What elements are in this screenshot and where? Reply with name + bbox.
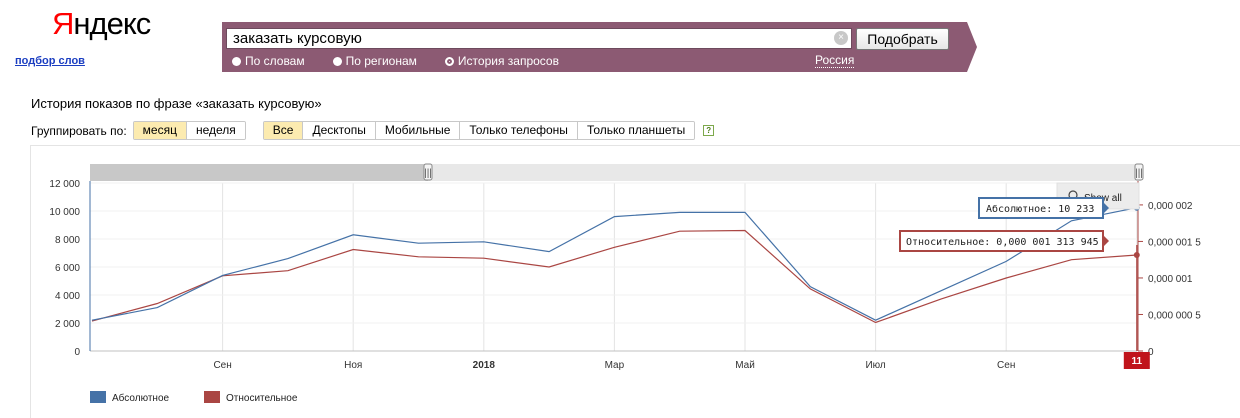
history-chart: ||||||СенНоя2018МарМайИюлСенН02 0004 000… xyxy=(49,163,1201,404)
navigator-mask xyxy=(90,164,428,181)
navigator-handle-grip: ||| xyxy=(1135,168,1143,179)
navigator-handle-grip: ||| xyxy=(424,168,432,179)
y-right-tick-label: 0,000 001 xyxy=(1148,274,1193,285)
highlight-point-relative xyxy=(1133,252,1140,259)
legend-label-absolute: Абсолютное xyxy=(112,392,170,404)
legend-swatch-absolute[interactable] xyxy=(90,391,106,403)
x-tick-label: Сен xyxy=(213,360,231,371)
x-tick-label: Май xyxy=(735,360,755,371)
y-right-tick-label: 0,000 002 xyxy=(1148,201,1193,212)
legend-swatch-relative[interactable] xyxy=(204,391,220,403)
y-left-tick-label: 2 000 xyxy=(55,319,80,330)
y-left-tick-label: 10 000 xyxy=(49,207,80,218)
y-left-tick-label: 0 xyxy=(74,347,80,358)
cursor-flag-label: 11 xyxy=(1132,356,1143,367)
x-tick-label: Ноя xyxy=(344,360,362,371)
tooltip-relative-pointer xyxy=(1103,235,1109,247)
tooltip-absolute-text: Абсолютное: 10 233 xyxy=(986,203,1094,215)
legend-label-relative: Относительное xyxy=(226,393,298,404)
tooltip-relative-text: Относительное: 0,000 001 313 945 xyxy=(906,237,1099,248)
x-tick-label: Мар xyxy=(605,360,625,371)
y-right-tick-label: 0,000 001 5 xyxy=(1148,237,1201,248)
x-tick-label: Июл xyxy=(865,360,885,371)
x-tick-label: Сен xyxy=(997,360,1015,371)
y-left-tick-label: 6 000 xyxy=(55,263,80,274)
x-tick-label: 2018 xyxy=(473,360,496,371)
y-left-tick-label: 8 000 xyxy=(55,235,80,246)
y-left-tick-label: 4 000 xyxy=(55,291,80,302)
y-right-tick-label: 0,000 000 5 xyxy=(1148,310,1201,321)
y-left-tick-label: 12 000 xyxy=(49,179,80,190)
